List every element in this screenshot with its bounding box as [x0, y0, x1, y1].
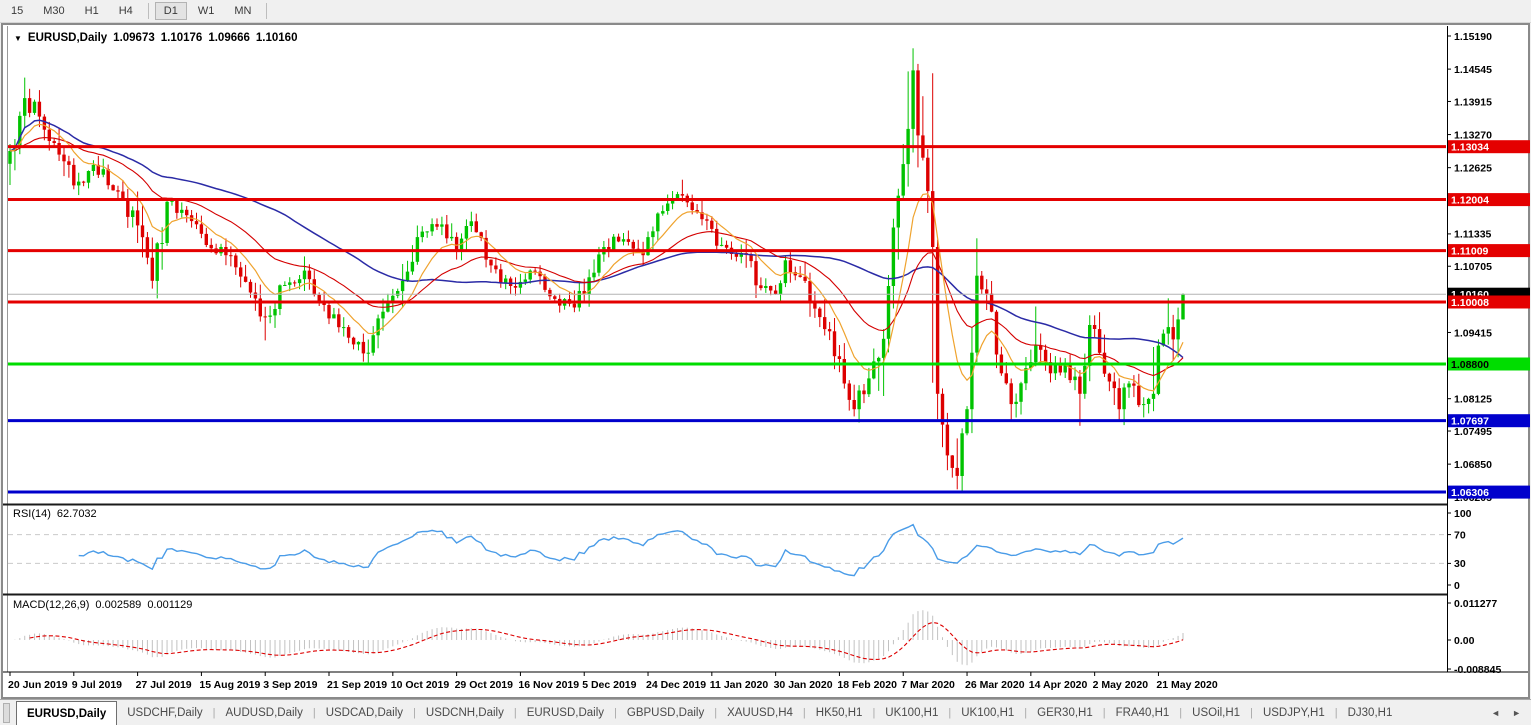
tab-scroll-left-icon[interactable]: ◄ — [1491, 708, 1500, 718]
svg-text:1.06850: 1.06850 — [1454, 459, 1492, 471]
svg-text:1.07697: 1.07697 — [1451, 416, 1489, 428]
svg-text:1.09415: 1.09415 — [1454, 327, 1492, 339]
ohlc-close: 1.10160 — [256, 32, 298, 44]
toolbar-separator — [266, 3, 267, 19]
timeframe-button-d1[interactable]: D1 — [155, 2, 187, 20]
rsi-name: RSI(14) — [13, 508, 51, 520]
chart-tab-hk50-h1[interactable]: HK50,H1 — [806, 703, 873, 723]
svg-text:11 Jan 2020: 11 Jan 2020 — [710, 679, 769, 691]
chart-tab-usdcnh-daily[interactable]: USDCNH,Daily — [416, 703, 514, 723]
chart-tab-audusd-daily[interactable]: AUDUSD,Daily — [216, 703, 313, 723]
svg-text:1.14545: 1.14545 — [1454, 64, 1492, 76]
timeframe-button-mn[interactable]: MN — [225, 2, 260, 20]
svg-text:16 Nov 2019: 16 Nov 2019 — [518, 679, 579, 691]
chart-tab-xauusd-h4[interactable]: XAUUSD,H4 — [717, 703, 803, 723]
timeframe-button-15[interactable]: 15 — [2, 2, 32, 20]
svg-text:1.08800: 1.08800 — [1451, 359, 1489, 371]
svg-text:100: 100 — [1454, 508, 1472, 520]
ohlc-open: 1.09673 — [113, 32, 155, 44]
svg-text:3 Sep 2019: 3 Sep 2019 — [263, 679, 317, 691]
svg-text:20 Jun 2019: 20 Jun 2019 — [8, 679, 68, 691]
svg-text:10 Oct 2019: 10 Oct 2019 — [391, 679, 450, 691]
svg-text:1.13915: 1.13915 — [1454, 96, 1492, 108]
svg-text:0.011277: 0.011277 — [1454, 598, 1497, 610]
svg-text:1.10008: 1.10008 — [1451, 297, 1489, 309]
svg-text:18 Feb 2020: 18 Feb 2020 — [837, 679, 897, 691]
svg-text:2 May 2020: 2 May 2020 — [1093, 679, 1149, 691]
svg-text:15 Aug 2019: 15 Aug 2019 — [199, 679, 260, 691]
svg-text:30: 30 — [1454, 558, 1466, 570]
rsi-value: 62.7032 — [57, 508, 97, 520]
svg-text:1.13034: 1.13034 — [1451, 142, 1489, 154]
svg-text:1.06306: 1.06306 — [1451, 487, 1489, 499]
chart-symbol-label: EURUSD,Daily — [28, 32, 107, 44]
svg-text:1.10705: 1.10705 — [1454, 261, 1492, 273]
svg-text:30 Jan 2020: 30 Jan 2020 — [774, 679, 833, 691]
macd-signal-value: 0.001129 — [147, 599, 192, 611]
svg-text:1.12004: 1.12004 — [1451, 194, 1489, 206]
timeframe-toolbar: 15M30H1H4 D1W1MN — [0, 0, 1531, 23]
timeframe-button-w1[interactable]: W1 — [189, 2, 224, 20]
svg-text:1.13270: 1.13270 — [1454, 129, 1492, 141]
chart-tab-bar: EURUSD,DailyUSDCHF,Daily|AUDUSD,Daily|US… — [0, 699, 1531, 725]
svg-text:21 Sep 2019: 21 Sep 2019 — [327, 679, 387, 691]
chart-tab-usdcad-daily[interactable]: USDCAD,Daily — [316, 703, 413, 723]
chart-tab-fra40-h1[interactable]: FRA40,H1 — [1106, 703, 1180, 723]
svg-text:1.11009: 1.11009 — [1451, 245, 1489, 257]
ohlc-low: 1.09666 — [208, 32, 250, 44]
svg-text:1.11335: 1.11335 — [1454, 229, 1492, 241]
ohlc-high: 1.10176 — [161, 32, 203, 44]
chart-tab-uk100-h1[interactable]: UK100,H1 — [875, 703, 948, 723]
chart-tab-uk100-h1[interactable]: UK100,H1 — [951, 703, 1024, 723]
macd-main-value: 0.002589 — [95, 599, 141, 611]
timeframe-button-h4[interactable]: H4 — [110, 2, 142, 20]
svg-text:1.08125: 1.08125 — [1454, 394, 1492, 406]
svg-text:1.15190: 1.15190 — [1454, 31, 1492, 43]
chart-dropdown-arrow[interactable]: ▼ — [14, 34, 22, 43]
tab-scroll-nav: ◄► — [1491, 708, 1521, 718]
svg-text:0: 0 — [1454, 580, 1460, 592]
svg-text:29 Oct 2019: 29 Oct 2019 — [455, 679, 514, 691]
svg-text:27 Jul 2019: 27 Jul 2019 — [136, 679, 192, 691]
svg-text:70: 70 — [1454, 529, 1466, 541]
chart-tab-ger30-h1[interactable]: GER30,H1 — [1027, 703, 1103, 723]
svg-text:9 Jul 2019: 9 Jul 2019 — [72, 679, 122, 691]
chart-tab-usdjpy-h1[interactable]: USDJPY,H1 — [1253, 703, 1335, 723]
chart-tab-gbpusd-daily[interactable]: GBPUSD,Daily — [617, 703, 714, 723]
svg-text:5 Dec 2019: 5 Dec 2019 — [582, 679, 636, 691]
chart-window-frame — [2, 24, 1529, 698]
svg-text:21 May 2020: 21 May 2020 — [1156, 679, 1217, 691]
svg-text:-0.008845: -0.008845 — [1454, 664, 1501, 676]
svg-text:26 Mar 2020: 26 Mar 2020 — [965, 679, 1025, 691]
svg-text:0.00: 0.00 — [1454, 635, 1475, 647]
svg-text:1.07495: 1.07495 — [1454, 426, 1492, 438]
svg-text:7 Mar 2020: 7 Mar 2020 — [901, 679, 955, 691]
rsi-label: RSI(14) 62.7032 — [13, 508, 97, 520]
chart-tab-dj30-h1[interactable]: DJ30,H1 — [1338, 703, 1403, 723]
chart-tab-usoil-h1[interactable]: USOil,H1 — [1182, 703, 1250, 723]
toolbar-separator — [148, 3, 149, 19]
svg-text:24 Dec 2019: 24 Dec 2019 — [646, 679, 706, 691]
macd-label: MACD(12,26,9) 0.002589 0.001129 — [13, 599, 192, 611]
chart-title: ▼ EURUSD,Daily 1.09673 1.10176 1.09666 1… — [14, 32, 297, 44]
chart-canvas[interactable]: 1.15190 1.14545 1.13915 1.13270 1.12625 1.113… — [0, 0, 1531, 725]
chart-tab-eurusd-daily[interactable]: EURUSD,Daily — [517, 703, 614, 723]
tab-scroll-right-icon[interactable]: ► — [1512, 708, 1521, 718]
timeframe-button-m30[interactable]: M30 — [34, 2, 73, 20]
timeframe-button-h1[interactable]: H1 — [76, 2, 108, 20]
svg-text:14 Apr 2020: 14 Apr 2020 — [1029, 679, 1088, 691]
tabbar-splitter[interactable] — [3, 703, 10, 723]
chart-tab-usdchf-daily[interactable]: USDCHF,Daily — [117, 703, 212, 723]
svg-text:1.12625: 1.12625 — [1454, 163, 1492, 175]
macd-name: MACD(12,26,9) — [13, 599, 89, 611]
chart-tab-eurusd-daily[interactable]: EURUSD,Daily — [16, 701, 117, 725]
